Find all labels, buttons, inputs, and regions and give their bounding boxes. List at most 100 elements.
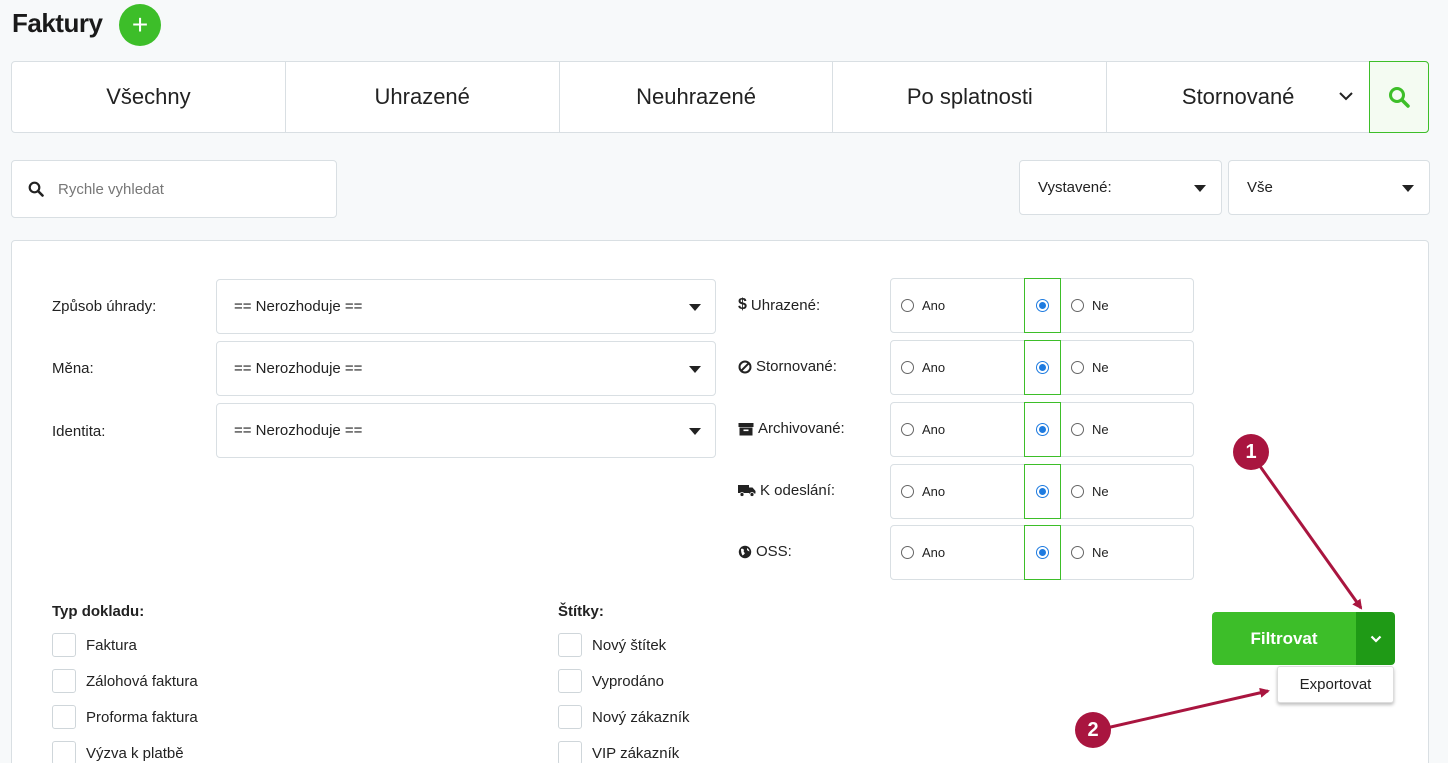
to-send-no-radio[interactable]	[1071, 485, 1084, 498]
paid-filter-text: Uhrazené:	[750, 296, 821, 314]
tab-cancelled[interactable]: Stornované	[1107, 62, 1369, 132]
doc-type-checkbox[interactable]	[52, 705, 76, 729]
archived-no-label: Ne	[1092, 422, 1109, 437]
cancelled-any-radio[interactable]	[1036, 361, 1049, 374]
archived-any-radio[interactable]	[1036, 423, 1049, 436]
export-menu-item[interactable]: Exportovat	[1277, 666, 1394, 703]
dollar-icon: $	[738, 296, 747, 313]
tab-overdue[interactable]: Po splatnosti	[833, 62, 1108, 132]
archived-no-radio[interactable]	[1071, 423, 1084, 436]
to-send-no-option[interactable]: Ne	[1071, 465, 1109, 518]
payment-method-label: Způsob úhrady:	[52, 298, 157, 315]
doc-type-checkbox[interactable]	[52, 633, 76, 657]
cancelled-any-option[interactable]	[1024, 340, 1061, 395]
tag-label: Nový zákazník	[592, 708, 690, 726]
currency-select[interactable]: == Nerozhoduje ==	[216, 341, 716, 396]
currency-value: == Nerozhoduje ==	[234, 360, 363, 377]
scope-select-value: Vše	[1247, 179, 1273, 196]
payment-method-select[interactable]: == Nerozhoduje ==	[216, 279, 716, 334]
paid-any-radio[interactable]	[1036, 299, 1049, 312]
oss-any-option[interactable]	[1024, 525, 1061, 580]
doc-type-checkbox[interactable]	[52, 741, 76, 763]
paid-no-label: Ne	[1092, 298, 1109, 313]
to-send-any-option[interactable]	[1024, 464, 1061, 519]
paid-any-option[interactable]	[1024, 278, 1061, 333]
to-send-yes-option[interactable]: Ano	[901, 465, 945, 518]
to-send-filter-label: K odeslání:	[738, 482, 835, 499]
tag-checkbox[interactable]	[558, 741, 582, 763]
paid-yes-label: Ano	[922, 298, 946, 313]
currency-label: Měna:	[52, 360, 94, 377]
to-send-yes-label: Ano	[922, 484, 946, 499]
doc-type-title: Typ dokladu:	[52, 603, 145, 620]
cancelled-yes-option[interactable]: Ano	[901, 341, 945, 394]
archived-yes-option[interactable]: Ano	[901, 403, 945, 456]
identity-value: == Nerozhoduje ==	[234, 422, 363, 439]
cancelled-filter-label: Stornované:	[738, 358, 837, 375]
oss-no-radio[interactable]	[1071, 546, 1084, 559]
archived-any-option[interactable]	[1024, 402, 1061, 457]
caret-down-icon	[689, 366, 701, 373]
oss-yes-option[interactable]: Ano	[901, 526, 945, 579]
doc-type-label: Zálohová faktura	[86, 672, 198, 690]
tag-item[interactable]: Vyprodáno	[558, 669, 664, 693]
identity-select[interactable]: == Nerozhoduje ==	[216, 403, 716, 458]
caret-down-icon	[1402, 185, 1414, 192]
oss-any-radio[interactable]	[1036, 546, 1049, 559]
doc-type-label: Faktura	[86, 636, 137, 654]
archived-yes-radio[interactable]	[901, 423, 914, 436]
search-toggle-button[interactable]	[1369, 61, 1430, 133]
tag-item[interactable]: VIP zákazník	[558, 741, 679, 763]
scope-select[interactable]: Vše	[1228, 160, 1430, 215]
tab-unpaid[interactable]: Neuhrazené	[560, 62, 834, 132]
doc-type-label: Proforma faktura	[86, 708, 198, 726]
tag-item[interactable]: Nový zákazník	[558, 705, 690, 729]
to-send-any-radio[interactable]	[1036, 485, 1049, 498]
tab-paid[interactable]: Uhrazené	[286, 62, 560, 132]
add-invoice-button[interactable]: +	[119, 4, 161, 46]
chevron-down-icon	[1339, 88, 1353, 104]
tag-label: Vyprodáno	[592, 672, 664, 690]
chevron-down-icon	[1370, 635, 1381, 643]
filter-button[interactable]: Filtrovat	[1212, 612, 1356, 665]
truck-icon	[738, 485, 756, 497]
doc-type-item[interactable]: Zálohová faktura	[52, 669, 198, 693]
doc-type-item[interactable]: Faktura	[52, 633, 137, 657]
cancelled-no-radio[interactable]	[1071, 361, 1084, 374]
quick-search-input[interactable]	[58, 180, 308, 198]
to-send-yes-radio[interactable]	[901, 485, 914, 498]
archived-yes-label: Ano	[922, 422, 946, 437]
cancelled-radio-group: Ano Ne	[890, 340, 1194, 395]
annotation-marker-1: 1	[1233, 434, 1269, 470]
doc-type-item[interactable]: Výzva k platbě	[52, 741, 184, 763]
plus-icon: +	[131, 9, 149, 40]
oss-filter-text: OSS:	[756, 543, 792, 560]
tag-item[interactable]: Nový štítek	[558, 633, 666, 657]
oss-yes-radio[interactable]	[901, 546, 914, 559]
caret-down-icon	[689, 304, 701, 311]
tab-all[interactable]: Všechny	[12, 62, 286, 132]
archive-icon	[738, 422, 754, 435]
cancelled-yes-radio[interactable]	[901, 361, 914, 374]
oss-no-label: Ne	[1092, 545, 1109, 560]
tag-checkbox[interactable]	[558, 633, 582, 657]
search-icon	[1389, 87, 1410, 108]
filter-dropdown-toggle[interactable]	[1356, 612, 1395, 665]
cancelled-no-option[interactable]: Ne	[1071, 341, 1109, 394]
tag-checkbox[interactable]	[558, 669, 582, 693]
paid-no-option[interactable]: Ne	[1071, 279, 1109, 332]
tag-label: Nový štítek	[592, 636, 667, 654]
filter-panel: Způsob úhrady: == Nerozhoduje == Měna: =…	[11, 240, 1429, 763]
tag-checkbox[interactable]	[558, 705, 582, 729]
issued-select[interactable]: Vystavené:	[1019, 160, 1222, 215]
page-title: Faktury	[12, 8, 103, 38]
tab-cancelled-label: Stornované	[1181, 84, 1295, 109]
oss-no-option[interactable]: Ne	[1071, 526, 1109, 579]
paid-no-radio[interactable]	[1071, 299, 1084, 312]
paid-yes-radio[interactable]	[901, 299, 914, 312]
to-send-no-label: Ne	[1092, 484, 1109, 499]
paid-yes-option[interactable]: Ano	[901, 279, 945, 332]
doc-type-item[interactable]: Proforma faktura	[52, 705, 198, 729]
archived-no-option[interactable]: Ne	[1071, 403, 1109, 456]
doc-type-checkbox[interactable]	[52, 669, 76, 693]
